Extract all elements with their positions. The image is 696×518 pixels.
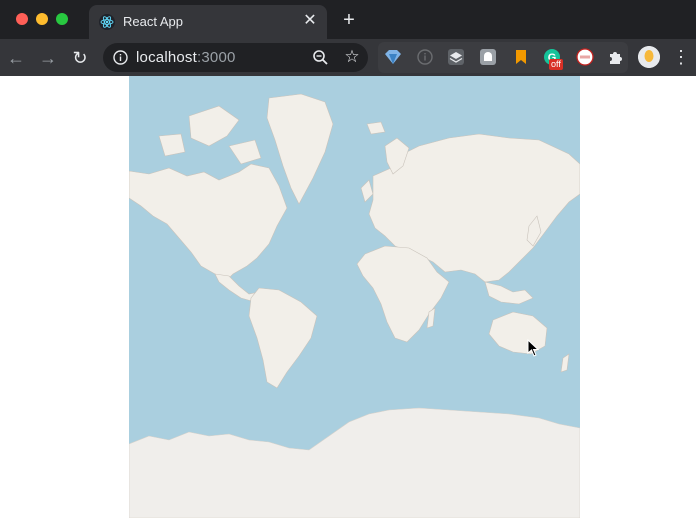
bookmark-star-icon[interactable]: ☆ bbox=[343, 48, 361, 66]
close-window-button[interactable] bbox=[16, 13, 28, 25]
world-map[interactable] bbox=[129, 76, 580, 518]
info-extension-icon[interactable] bbox=[416, 48, 434, 66]
bookmark-extension-icon[interactable] bbox=[512, 48, 530, 66]
avatar-icon bbox=[638, 46, 660, 68]
layers-extension-icon[interactable] bbox=[447, 48, 465, 66]
reload-icon[interactable]: ↻ bbox=[70, 48, 90, 68]
maximize-window-button[interactable] bbox=[56, 13, 68, 25]
address-bar[interactable]: localhost:3000 ☆ bbox=[103, 43, 368, 72]
new-tab-icon[interactable]: + bbox=[340, 10, 358, 30]
sketch-extension-icon[interactable] bbox=[384, 48, 402, 66]
url-host: localhost bbox=[136, 49, 198, 66]
url-text: localhost:3000 bbox=[136, 49, 236, 66]
mouse-cursor-icon bbox=[527, 339, 539, 357]
page-viewport bbox=[0, 76, 696, 518]
close-tab-icon[interactable]: ✕ bbox=[301, 12, 319, 30]
back-arrow-icon[interactable]: ← bbox=[6, 48, 26, 68]
info-icon[interactable] bbox=[113, 50, 128, 65]
extension-off-badge: off bbox=[549, 59, 563, 70]
react-logo-icon bbox=[99, 14, 115, 30]
menu-dots-icon[interactable]: ⋮ bbox=[672, 47, 690, 67]
network-extension-icon[interactable] bbox=[576, 48, 594, 66]
browser-tab[interactable]: React App ✕ bbox=[89, 5, 327, 39]
tab-title: React App bbox=[123, 14, 183, 29]
tab-bar: React App ✕ + bbox=[0, 0, 696, 39]
puzzle-icon[interactable] bbox=[607, 48, 625, 66]
minimize-window-button[interactable] bbox=[36, 13, 48, 25]
zoom-icon[interactable] bbox=[312, 49, 329, 66]
browser-toolbar: ← → ↻ localhost:3000 ☆ G off ⋮ bbox=[0, 39, 696, 76]
profile-avatar[interactable] bbox=[638, 46, 660, 68]
url-port: :3000 bbox=[197, 49, 236, 66]
map-tiles bbox=[129, 76, 580, 518]
ghost-extension-icon[interactable] bbox=[479, 48, 497, 66]
forward-arrow-icon[interactable]: → bbox=[38, 48, 58, 68]
